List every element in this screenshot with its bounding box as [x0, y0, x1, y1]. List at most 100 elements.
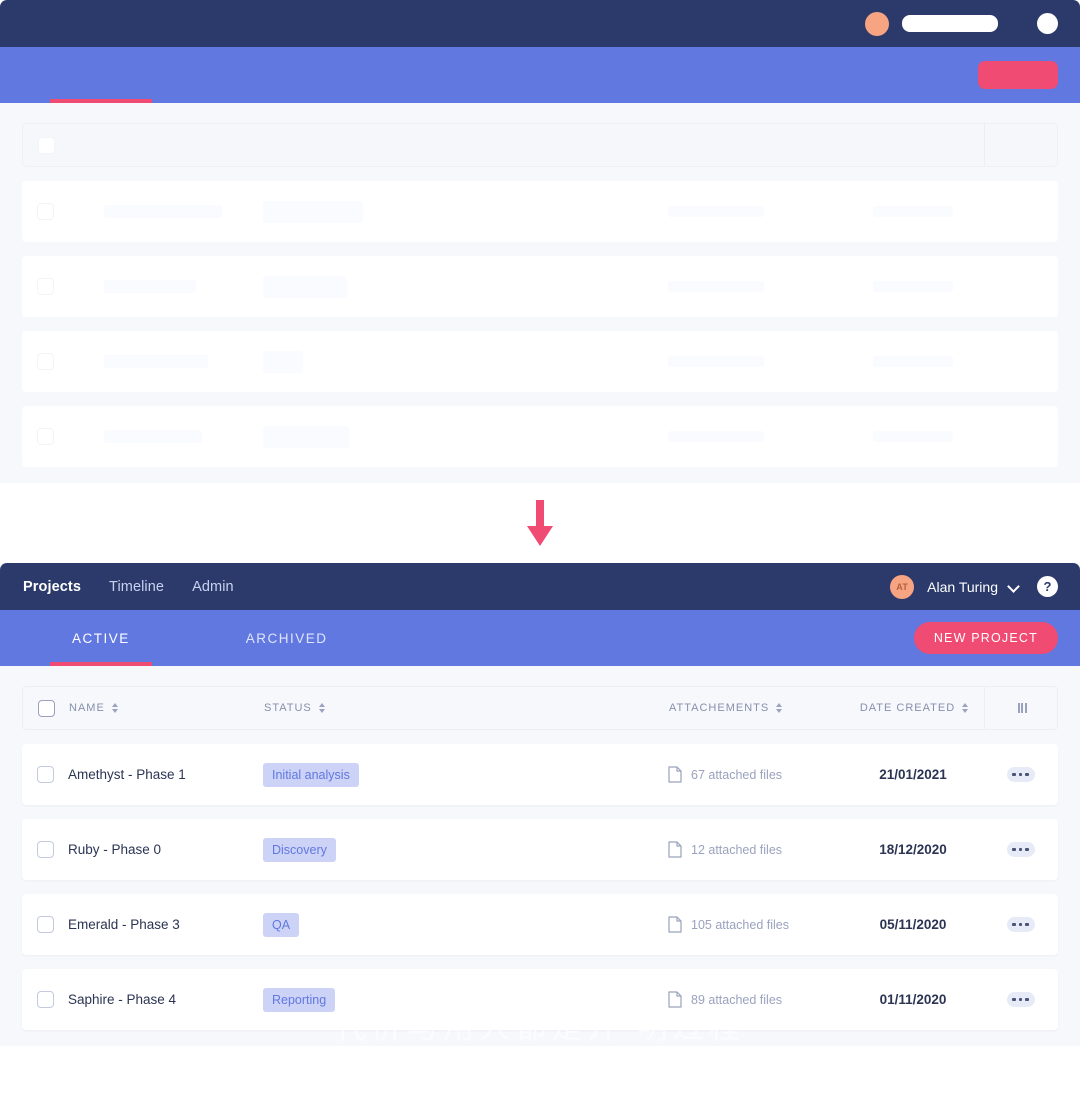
status-badge: Initial analysis — [263, 762, 359, 787]
row-menu-cell[interactable] — [983, 842, 1058, 857]
tabbar: ACTIVE ARCHIVED NEW PROJECT — [0, 610, 1080, 666]
skeleton-header-checkbox-cell — [23, 136, 69, 154]
arrow-down-icon — [527, 500, 553, 546]
table-row[interactable]: Saphire - Phase 4 Reporting 89 attached … — [22, 969, 1058, 1030]
attachments-count: 105 attached files — [691, 917, 789, 932]
row-more-options-button[interactable] — [1006, 917, 1035, 932]
date-cell: 18/12/2020 — [843, 842, 983, 857]
row-checkbox-cell[interactable] — [22, 916, 68, 933]
row-checkbox[interactable] — [36, 916, 54, 933]
project-name: Amethyst - Phase 1 — [68, 767, 186, 782]
row-checkbox[interactable] — [36, 991, 54, 1008]
attachments-cell: 89 attached files — [668, 991, 843, 1008]
document-icon — [668, 766, 682, 783]
skeleton-help-icon — [1037, 13, 1058, 34]
select-all-checkbox[interactable] — [37, 699, 55, 717]
row-more-options-button[interactable] — [1006, 842, 1035, 857]
skeleton-tab-archived: ARCHIVED — [224, 47, 350, 103]
skeleton-tab-active: ACTIVE — [50, 47, 152, 103]
row-menu-cell[interactable] — [983, 917, 1058, 932]
status-cell: Initial analysis — [263, 762, 668, 787]
nav-links: Projects Timeline Admin — [22, 577, 235, 597]
skeleton-top-navbar: Projects Timeline Admin — [0, 0, 1080, 47]
column-header-attachments-label: ATTACHEMENTS — [669, 702, 770, 714]
skeleton-nav-item-projects: Projects — [22, 14, 82, 34]
column-header-date-created[interactable]: DATE CREATED — [844, 702, 984, 714]
skeleton-table-row — [22, 331, 1058, 392]
status-badge: Discovery — [263, 837, 336, 862]
column-header-date-created-label: DATE CREATED — [859, 702, 956, 714]
skeleton-table-row — [22, 406, 1058, 467]
table-row[interactable]: Amethyst - Phase 1 Initial analysis 67 a… — [22, 744, 1058, 805]
row-checkbox[interactable] — [36, 766, 54, 783]
status-badge: QA — [263, 912, 300, 937]
help-icon[interactable]: ? — [1037, 576, 1058, 597]
tab-active[interactable]: ACTIVE — [50, 610, 152, 666]
skeleton-app-window: Projects Timeline Admin ACTIVE ARCHIVED — [0, 0, 1080, 483]
column-settings-button[interactable] — [984, 686, 1059, 730]
select-all-checkbox-cell[interactable] — [23, 699, 69, 717]
row-checkbox[interactable] — [36, 841, 54, 858]
date-cell: 21/01/2021 — [843, 767, 983, 782]
column-header-name-label: NAME — [69, 702, 105, 714]
page-root: Projects Timeline Admin ACTIVE ARCHIVED — [0, 0, 1080, 1093]
status-cell: Reporting — [263, 987, 668, 1012]
skeleton-nav-item-admin: Admin — [191, 14, 235, 34]
row-menu-cell[interactable] — [983, 992, 1058, 1007]
attachments-count: 67 attached files — [691, 767, 783, 782]
skeleton-new-project-button — [978, 61, 1058, 89]
project-name: Saphire - Phase 4 — [68, 992, 177, 1007]
skeleton-nav-links: Projects Timeline Admin — [22, 14, 235, 34]
skeleton-nav-item-timeline: Timeline — [108, 14, 165, 34]
attachments-count: 89 attached files — [691, 992, 783, 1007]
document-icon — [668, 841, 682, 858]
top-navbar: Projects Timeline Admin AT Alan Turing ? — [0, 563, 1080, 610]
column-header-attachments[interactable]: ATTACHEMENTS — [669, 702, 844, 714]
nav-item-projects[interactable]: Projects — [22, 577, 82, 597]
skeleton-tabbar: ACTIVE ARCHIVED — [0, 47, 1080, 103]
sort-icon[interactable] — [318, 703, 325, 713]
sort-icon[interactable] — [776, 703, 783, 713]
row-menu-cell[interactable] — [983, 767, 1058, 782]
row-checkbox-cell[interactable] — [22, 991, 68, 1008]
skeleton-topbar-right — [865, 11, 1058, 36]
app-window: Projects Timeline Admin AT Alan Turing ?… — [0, 563, 1080, 1046]
columns-icon — [1017, 703, 1027, 713]
skeleton-avatar — [865, 11, 889, 36]
project-name: Emerald - Phase 3 — [68, 917, 180, 932]
sort-icon[interactable] — [962, 703, 969, 713]
table-header-row: NAME STATUS ATTACHEMENTS DATE CREATED — [22, 686, 1058, 730]
date-created: 21/01/2021 — [879, 767, 947, 782]
table-row[interactable]: Emerald - Phase 3 QA 105 attached files … — [22, 894, 1058, 955]
column-header-status[interactable]: STATUS — [264, 702, 669, 714]
sort-icon[interactable] — [111, 703, 118, 713]
document-icon — [668, 916, 682, 933]
date-created: 18/12/2020 — [879, 842, 947, 857]
user-name[interactable]: Alan Turing — [927, 579, 998, 595]
column-header-name[interactable]: NAME — [69, 702, 264, 714]
skeleton-table-row — [22, 181, 1058, 242]
status-cell: Discovery — [263, 837, 668, 862]
nav-item-timeline[interactable]: Timeline — [108, 577, 165, 597]
skeleton-table-row — [22, 256, 1058, 317]
attachments-cell: 105 attached files — [668, 916, 843, 933]
tab-archived[interactable]: ARCHIVED — [224, 610, 350, 666]
date-cell: 01/11/2020 — [843, 992, 983, 1007]
row-more-options-button[interactable] — [1006, 767, 1035, 782]
table-row[interactable]: Ruby - Phase 0 Discovery 12 attached fil… — [22, 819, 1058, 880]
column-header-status-label: STATUS — [264, 702, 312, 714]
status-badge: Reporting — [263, 987, 336, 1012]
status-cell: QA — [263, 912, 668, 937]
attachments-cell: 67 attached files — [668, 766, 843, 783]
chevron-down-icon[interactable] — [1009, 581, 1020, 592]
row-more-options-button[interactable] — [1006, 992, 1035, 1007]
project-name: Ruby - Phase 0 — [68, 842, 162, 857]
row-checkbox-cell[interactable] — [22, 766, 68, 783]
nav-item-admin[interactable]: Admin — [191, 577, 235, 597]
new-project-button[interactable]: NEW PROJECT — [913, 622, 1058, 654]
row-checkbox-cell[interactable] — [22, 841, 68, 858]
skeleton-table-area — [0, 103, 1080, 483]
avatar: AT — [890, 574, 915, 599]
topbar-right: AT Alan Turing ? — [890, 574, 1058, 599]
skeleton-table-header — [22, 123, 1058, 167]
